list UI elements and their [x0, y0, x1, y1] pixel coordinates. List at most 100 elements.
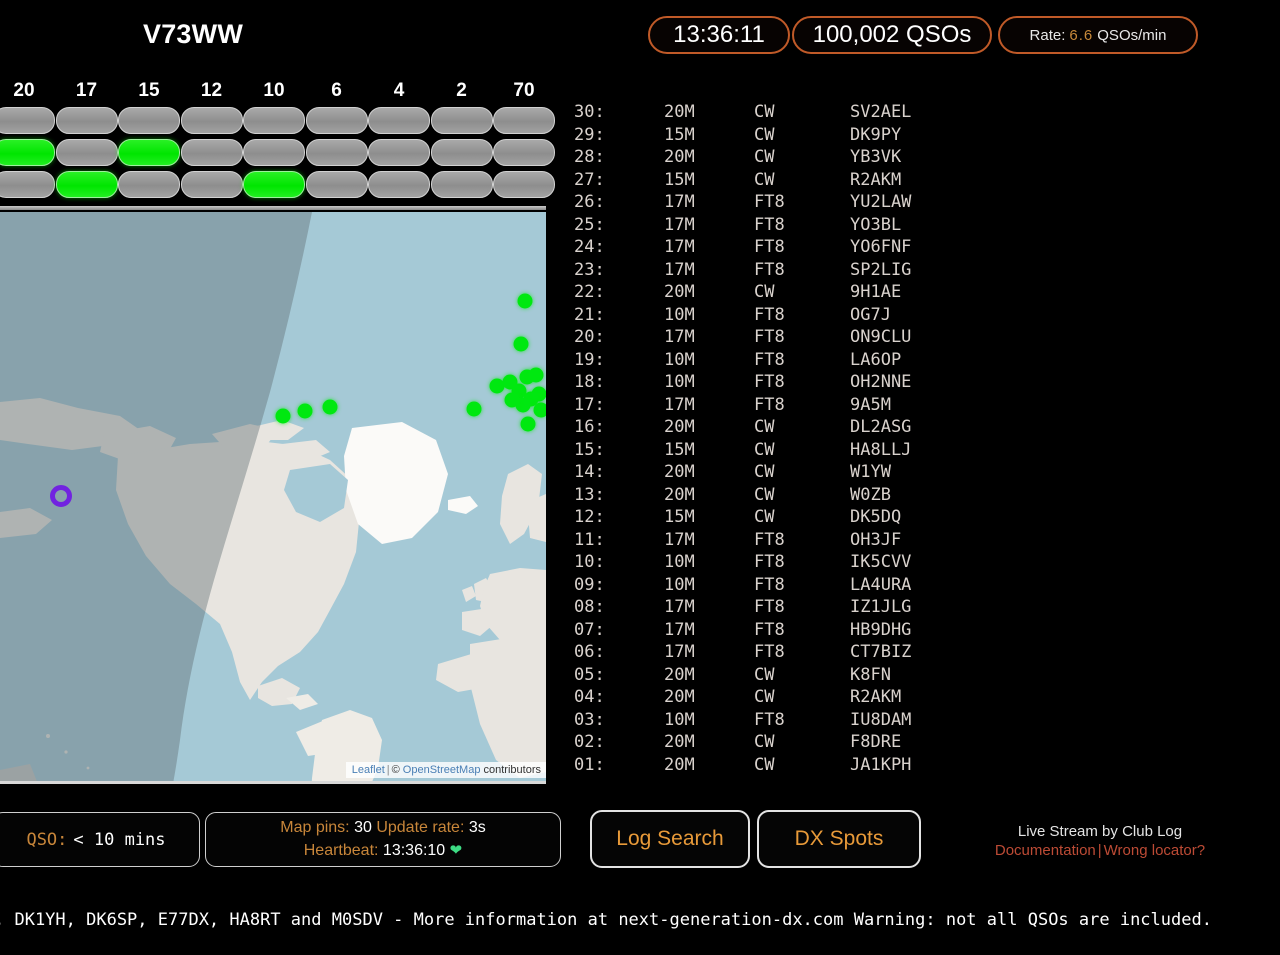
band-pill-10-row3[interactable]	[243, 171, 305, 198]
last-qso-label: QSO:	[26, 829, 68, 850]
band-pill-12-row1[interactable]	[180, 107, 243, 134]
qso-log-row[interactable]: 22: 20M CW 9H1AE	[560, 282, 980, 305]
band-pill-12-row2[interactable]	[180, 139, 243, 166]
band-pill-15-row2[interactable]	[118, 139, 180, 166]
map-pin[interactable]	[504, 392, 520, 408]
band-pill-10-row1[interactable]	[243, 107, 305, 134]
band-pill-4-row1[interactable]	[368, 107, 430, 134]
band-pill-70-row1[interactable]	[493, 107, 555, 134]
qso-log-row[interactable]: 05: 20M CW K8FN	[560, 665, 980, 688]
band-pill-17-row3[interactable]	[55, 171, 118, 198]
qso-callsign: YO6FNF	[850, 237, 912, 257]
qso-log-row[interactable]: 11: 17M FT8 OH3JF	[560, 530, 980, 553]
rate-label: Rate:	[1029, 26, 1066, 44]
qso-callsign: LA4URA	[850, 574, 912, 595]
band-pill-6-row3[interactable]	[305, 171, 368, 198]
map-pin[interactable]	[520, 416, 536, 432]
qso-index: 02:	[574, 732, 605, 752]
qso-log-row[interactable]: 21: 10M FT8 OG7J	[560, 305, 980, 328]
qso-log-row[interactable]: 02: 20M CW F8DRE	[560, 732, 980, 755]
qso-log-row[interactable]: 16: 20M CW DL2ASG	[560, 417, 980, 440]
qso-log-row[interactable]: 10: 10M FT8 IK5CVV	[560, 552, 980, 575]
band-pill-15-row1[interactable]	[118, 107, 180, 134]
band-pill-10-row2[interactable]	[243, 139, 305, 166]
qso-log-row[interactable]: 20: 17M FT8 ON9CLU	[560, 327, 980, 350]
log-search-button[interactable]: Log Search	[590, 810, 750, 868]
qso-log-row[interactable]: 17: 17M FT8 9A5M	[560, 395, 980, 418]
header: V73WW 13:36:11 100,002 QSOs Rate: 6.6 QS…	[0, 0, 1280, 70]
qso-log-row[interactable]: 01: 20M CW JA1KPH	[560, 755, 980, 778]
band-pill-4-row3[interactable]	[368, 171, 430, 198]
map-pin[interactable]	[275, 408, 291, 424]
qso-index: 07:	[574, 619, 605, 640]
map-pin[interactable]	[322, 399, 338, 415]
qso-log-row[interactable]: 24: 17M FT8 YO6FNF	[560, 237, 980, 260]
band-pill-20-row2[interactable]	[0, 139, 55, 166]
qso-mode: FT8	[754, 394, 785, 415]
qso-mode: CW	[754, 147, 775, 167]
qso-log-row[interactable]: 26: 17M FT8 YU2LAW	[560, 192, 980, 215]
recent-qso-log[interactable]: 30: 20M CW SV2AEL 29: 15M CW DK9PY 28: 20M CW YB3VK…	[560, 102, 980, 777]
qso-log-row[interactable]: 25: 17M FT8 YO3BL	[560, 215, 980, 238]
wrong-locator-link[interactable]: Wrong locator?	[1104, 842, 1205, 859]
map-pin[interactable]	[533, 402, 546, 418]
map-pin[interactable]	[528, 367, 544, 383]
dx-spots-button[interactable]: DX Spots	[757, 810, 921, 868]
leaflet-link[interactable]: Leaflet	[352, 764, 385, 776]
qso-mode: CW	[754, 484, 775, 505]
qso-log-row[interactable]: 27: 15M CW R2AKM	[560, 170, 980, 193]
qso-index: 25:	[574, 214, 605, 235]
band-pill-4-row2[interactable]	[368, 139, 430, 166]
band-pill-17-row2[interactable]	[55, 139, 118, 166]
qso-callsign: F8DRE	[850, 732, 902, 752]
qso-log-row[interactable]: 15: 15M CW HA8LLJ	[560, 440, 980, 463]
band-pill-70-row2[interactable]	[493, 139, 555, 166]
qso-log-row[interactable]: 19: 10M FT8 LA6OP	[560, 350, 980, 373]
qso-band: 17M	[664, 259, 695, 280]
band-pill-17-row1[interactable]	[55, 107, 118, 134]
band-pill-2-row3[interactable]	[430, 171, 493, 198]
band-pill-2-row1[interactable]	[430, 107, 493, 134]
qso-log-row[interactable]: 08: 17M FT8 IZ1JLG	[560, 597, 980, 620]
qso-log-row[interactable]: 28: 20M CW YB3VK	[560, 147, 980, 170]
map-pin[interactable]	[513, 336, 529, 352]
band-pill-2-row2[interactable]	[430, 139, 493, 166]
qso-mode: CW	[754, 282, 775, 302]
qso-log-row[interactable]: 18: 10M FT8 OH2NNE	[560, 372, 980, 395]
qso-rate-indicator: Rate: 6.6 QSOs/min	[998, 16, 1198, 54]
qso-log-row[interactable]: 09: 10M FT8 LA4URA	[560, 575, 980, 598]
update-rate-value: 3s	[468, 818, 486, 836]
band-pill-6-row2[interactable]	[305, 139, 368, 166]
band-pill-12-row3[interactable]	[180, 171, 243, 198]
qso-log-row[interactable]: 29: 15M CW DK9PY	[560, 125, 980, 148]
map-pin[interactable]	[466, 401, 482, 417]
qso-log-row[interactable]: 14: 20M CW W1YW	[560, 462, 980, 485]
band-pill-6-row1[interactable]	[305, 107, 368, 134]
qso-callsign: SV2AEL	[850, 102, 912, 122]
home-station-marker[interactable]	[50, 485, 72, 507]
qso-log-row[interactable]: 13: 20M CW W0ZB	[560, 485, 980, 508]
qso-index: 29:	[574, 124, 605, 145]
band-pill-15-row3[interactable]	[118, 171, 180, 198]
band-pill-70-row3[interactable]	[493, 171, 555, 198]
openstreetmap-link[interactable]: OpenStreetMap	[403, 764, 481, 776]
qso-band: 20M	[664, 102, 695, 122]
map-pin[interactable]	[517, 293, 533, 309]
clock-value: 13:36:11	[673, 21, 765, 48]
qso-log-row[interactable]: 04: 20M CW R2AKM	[560, 687, 980, 710]
qso-band: 20M	[664, 417, 695, 437]
qso-callsign: W0ZB	[850, 484, 891, 505]
qso-log-row[interactable]: 07: 17M FT8 HB9DHG	[560, 620, 980, 643]
qso-log-row[interactable]: 23: 17M FT8 SP2LIG	[560, 260, 980, 283]
qso-log-row[interactable]: 06: 17M FT8 CT7BIZ	[560, 642, 980, 665]
band-pill-20-row1[interactable]	[0, 107, 55, 134]
qso-band: 17M	[664, 529, 695, 550]
qso-world-map[interactable]: Leaflet | © OpenStreetMap contributors	[0, 212, 546, 784]
documentation-link[interactable]: Documentation	[995, 842, 1096, 859]
qso-log-row[interactable]: 03: 10M FT8 IU8DAM	[560, 710, 980, 733]
qso-mode: CW	[754, 732, 775, 752]
qso-log-row[interactable]: 12: 15M CW DK5DQ	[560, 507, 980, 530]
qso-log-row[interactable]: 30: 20M CW SV2AEL	[560, 102, 980, 125]
map-pin[interactable]	[297, 403, 313, 419]
band-pill-20-row3[interactable]	[0, 171, 55, 198]
